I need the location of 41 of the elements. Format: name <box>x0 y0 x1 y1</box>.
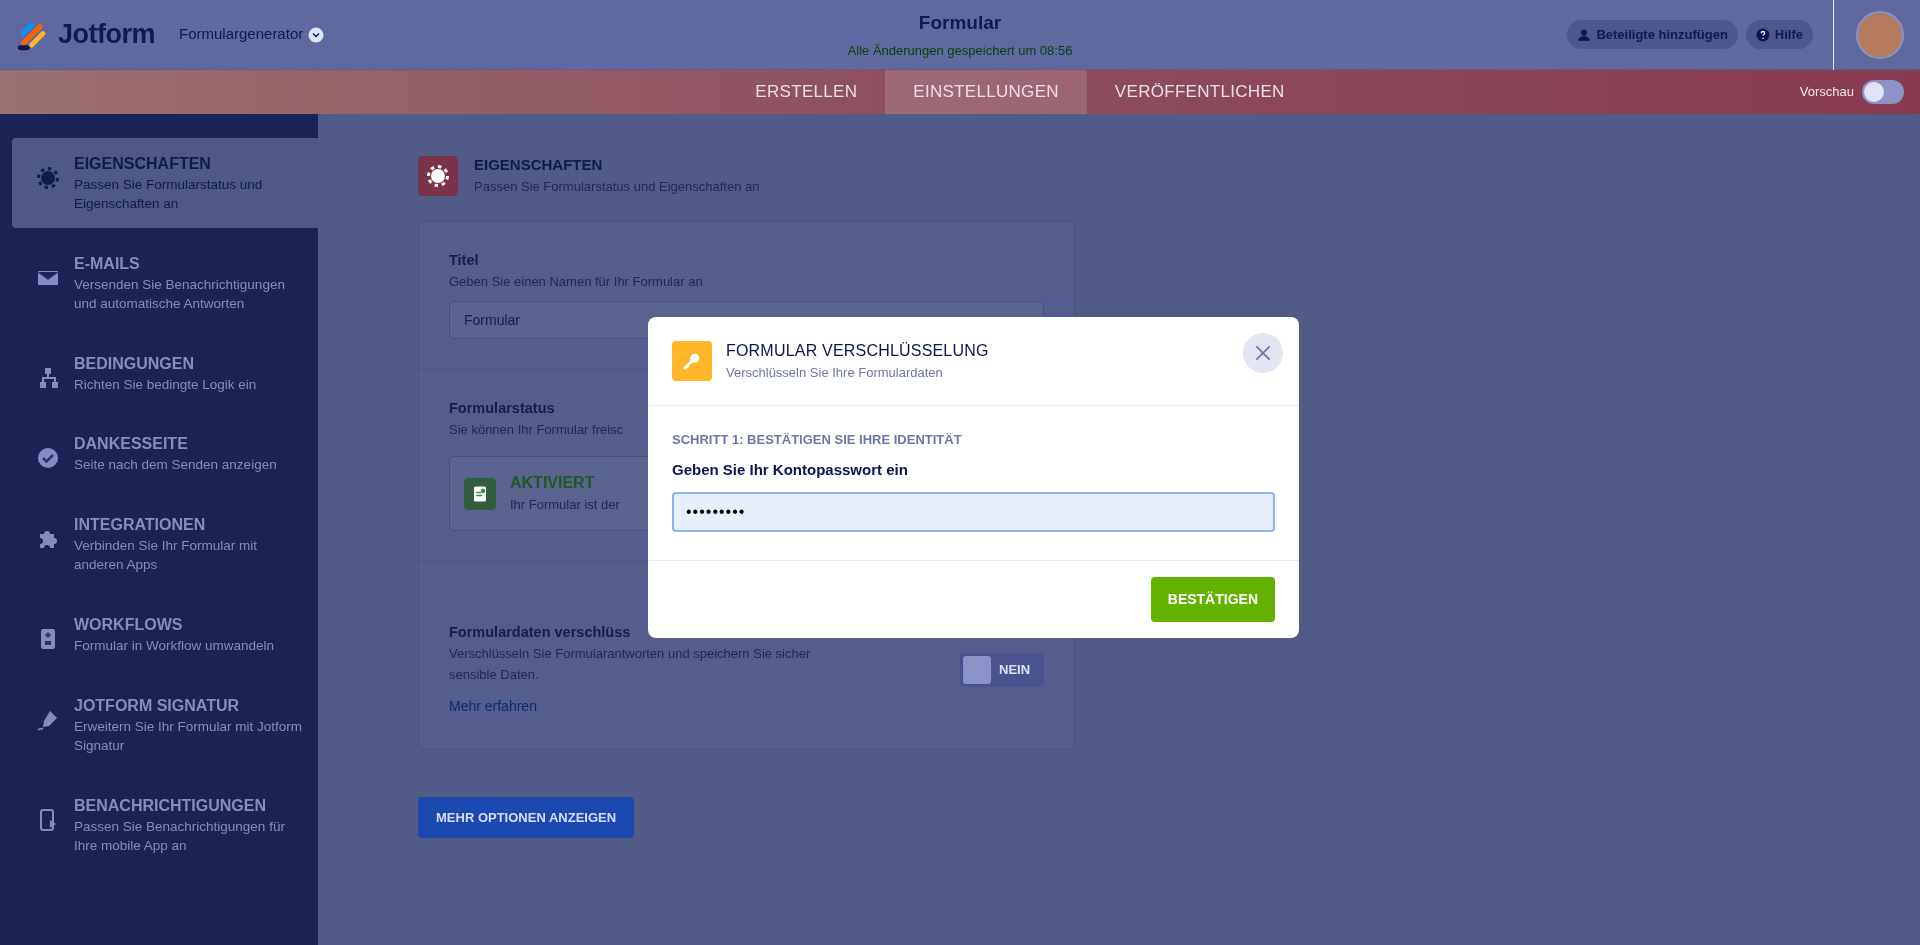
form-check-icon <box>471 484 489 503</box>
password-field[interactable]: ••••••••• <box>672 491 1275 532</box>
tab[interactable]: ERSTELLEN <box>727 70 886 114</box>
close-icon <box>1253 343 1273 363</box>
tab[interactable]: VERÖFFENTLICHEN <box>1086 70 1313 114</box>
sidebar-item[interactable]: E-MAILS Versenden Sie Benachrichtigungen und automatische Antworten <box>12 237 318 328</box>
logo-text: Jotform <box>58 18 155 52</box>
preview-toggle[interactable] <box>1862 80 1904 104</box>
step-heading: SCHRITT 1: BESTÄTIGEN SIE IHRE IDENTITÄT <box>672 430 963 449</box>
more-options-button[interactable]: MEHR OPTIONEN ANZEIGEN <box>418 796 635 839</box>
sidebar-item[interactable]: WORKFLOWS Formular in Workflow umwandeln <box>12 599 318 670</box>
section-title: Titel <box>449 251 479 271</box>
user-icon <box>1577 27 1592 42</box>
chevron-icon <box>307 25 326 44</box>
section-title: Formularstatus <box>449 398 555 418</box>
sidebar-item[interactable]: BEDINGUNGEN Richten Sie bedingte Logik ein <box>12 337 318 409</box>
sidebar-item[interactable]: BENACHRICHTIGUNGEN Passen Sie Benachrichtigungen für Ihre mobile App an <box>12 779 318 870</box>
avatar[interactable] <box>1856 10 1904 59</box>
save-status: Alle Änderungen gespeichert um 08:56 <box>847 42 1073 60</box>
pen-icon <box>36 708 60 732</box>
confirm-button[interactable]: BESTÄTIGEN <box>1150 576 1275 622</box>
form-title: Formular <box>918 10 1002 35</box>
page-title: EIGENSCHAFTEN <box>474 155 604 175</box>
gear-icon <box>426 163 450 188</box>
sidebar-item[interactable]: DANKESSEITE Seite nach dem Senden anzeigen <box>12 418 318 490</box>
section-title: Formulardaten verschlüss <box>449 623 631 643</box>
gear-icon <box>36 166 60 190</box>
check-circle-icon <box>36 446 60 471</box>
sidebar-item[interactable]: EIGENSCHAFTEN Passen Sie Formularstatus und Eigenschaften an <box>12 138 318 228</box>
dialog-title: FORMULAR VERSCHLÜSSELUNG <box>726 341 989 361</box>
dialog-subtitle: Verschlüsseln Sie Ihre Formulardaten <box>726 364 944 382</box>
builder-menu[interactable]: Formulargenerator <box>179 23 326 46</box>
add-collaborators-button[interactable]: Beteiligte hinzufügen <box>1567 19 1738 50</box>
sidebar-item[interactable]: INTEGRATIONEN Verbinden Sie Ihr Formular mit anderen Apps <box>12 499 318 590</box>
help-button[interactable]: Hilfe <box>1745 19 1813 50</box>
help-icon <box>1755 27 1770 42</box>
tab[interactable]: EINSTELLUNGEN <box>885 70 1087 114</box>
close-button[interactable] <box>1243 333 1283 373</box>
preview-label: Vorschau <box>1799 83 1854 102</box>
sidebar-item[interactable]: JOTFORM SIGNATUR Erweitern Sie Ihr Formular mit Jotform Signatur <box>12 680 318 770</box>
encryption-toggle[interactable]: NEIN <box>960 652 1044 687</box>
